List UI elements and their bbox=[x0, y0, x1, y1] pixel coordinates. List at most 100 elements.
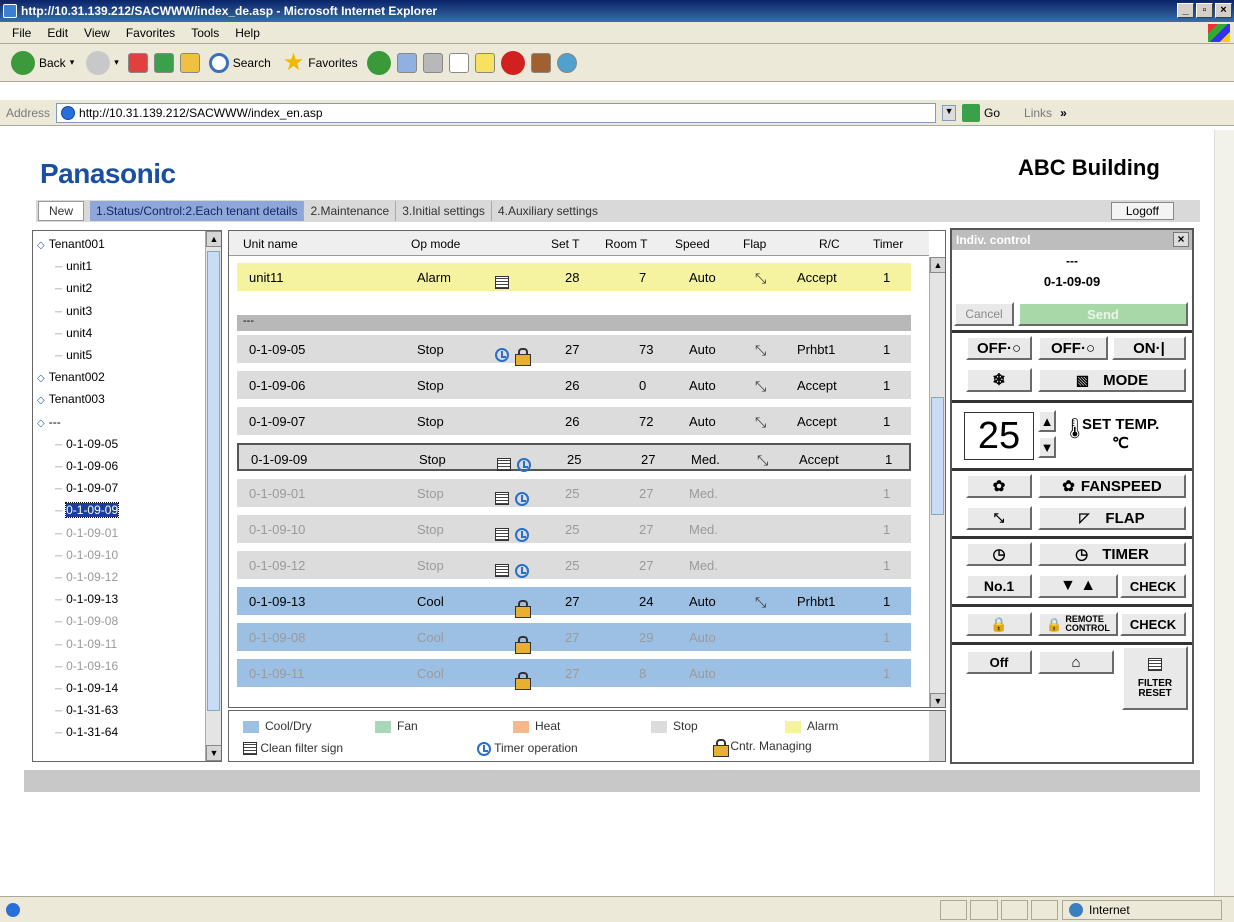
tree-item[interactable]: ─ 0-1-09-13 bbox=[55, 592, 118, 606]
tree-item[interactable]: ─ 0-1-09-07 bbox=[55, 481, 118, 495]
grid-scroll-thumb[interactable] bbox=[931, 397, 944, 515]
tab-initial-settings[interactable]: 3.Initial settings bbox=[396, 201, 492, 221]
expand-icon[interactable]: ◇ bbox=[37, 395, 45, 406]
home-icon[interactable] bbox=[179, 52, 200, 73]
send-button[interactable]: Send bbox=[1018, 302, 1188, 326]
menu-view[interactable]: View bbox=[76, 26, 118, 40]
scroll-up-icon[interactable]: ▲ bbox=[930, 257, 945, 273]
tree-item[interactable]: ─ 0-1-09-01 bbox=[55, 526, 118, 540]
table-row[interactable]: 0-1-09-08 Cool 27 29 Auto 1 bbox=[237, 623, 911, 654]
go-button[interactable]: Go bbox=[984, 106, 1000, 120]
tree-item[interactable]: ─ unit4 bbox=[55, 326, 92, 340]
tree-scrollbar[interactable]: ▲ ▼ bbox=[205, 231, 221, 761]
tree-item[interactable]: ─ 0-1-31-63 bbox=[55, 703, 118, 717]
table-row[interactable]: 0-1-09-05 Stop 27 73 Auto Prhbt1 1 ⤡ bbox=[237, 335, 911, 366]
tree-item[interactable]: ─ 0-1-09-09 bbox=[55, 502, 120, 519]
maximize-button[interactable]: ▫ bbox=[1196, 3, 1213, 18]
tree-item[interactable]: ─ 0-1-09-14 bbox=[55, 681, 118, 695]
scroll-down-icon[interactable]: ▼ bbox=[930, 693, 945, 707]
tree-item[interactable]: ─ 0-1-09-16 bbox=[55, 659, 118, 673]
table-row[interactable]: 0-1-09-09 Stop 25 27 Med. Accept 1 ⤡ bbox=[237, 443, 911, 472]
table-row[interactable]: 0-1-09-12 Stop 25 27 Med. 1 bbox=[237, 551, 911, 579]
tree-folder[interactable]: ◇ Tenant002 bbox=[37, 370, 105, 384]
table-row[interactable]: 0-1-09-01 Stop 25 27 Med. 1 bbox=[237, 479, 911, 507]
go-arrow-icon[interactable] bbox=[962, 103, 981, 122]
edit-icon[interactable] bbox=[448, 52, 469, 73]
logoff-button[interactable]: Logoff bbox=[1110, 202, 1174, 220]
table-row[interactable]: 0-1-09-07 Stop 26 72 Auto Accept 1 ⤡ bbox=[237, 407, 911, 435]
media-icon[interactable] bbox=[366, 50, 391, 75]
back-button[interactable]: Back ▾ bbox=[8, 50, 77, 75]
filter-reset-button[interactable]: FILTER RESET bbox=[1122, 646, 1188, 710]
tab-auxiliary-settings[interactable]: 4.Auxiliary settings bbox=[492, 201, 604, 221]
tree-item[interactable]: ─ 0-1-09-06 bbox=[55, 459, 118, 473]
menu-favorites[interactable]: Favorites bbox=[118, 26, 183, 40]
tree-item[interactable]: ─ 0-1-09-05 bbox=[55, 437, 118, 451]
tree-item[interactable]: ─ 0-1-09-11 bbox=[55, 637, 117, 651]
remote-control-button[interactable]: 🔒 REMOTE CONTROL bbox=[1038, 612, 1118, 636]
off-button-1[interactable]: OFF·○ bbox=[966, 336, 1032, 360]
page-scrollbar[interactable] bbox=[1214, 130, 1234, 896]
tree-item[interactable]: ─ 0-1-09-10 bbox=[55, 548, 118, 562]
legend-scrollbar[interactable] bbox=[929, 711, 945, 761]
off-button-2[interactable]: OFF·○ bbox=[1038, 336, 1108, 360]
tree-folder[interactable]: ◇ Tenant001 bbox=[37, 237, 105, 251]
tree-scroll-thumb[interactable] bbox=[207, 251, 220, 711]
address-dropdown-icon[interactable]: ▼ bbox=[942, 104, 957, 121]
tree-item[interactable]: ─ unit2 bbox=[55, 281, 92, 295]
tab-maintenance[interactable]: 2.Maintenance bbox=[304, 201, 397, 221]
indiv-close-button[interactable]: × bbox=[1173, 232, 1189, 247]
expand-icon[interactable]: ◇ bbox=[37, 418, 45, 429]
forward-button[interactable]: ▾ bbox=[83, 50, 122, 75]
close-button[interactable]: × bbox=[1215, 3, 1232, 18]
minimize-button[interactable]: _ bbox=[1177, 3, 1194, 18]
print-icon[interactable] bbox=[422, 52, 443, 73]
grid-scrollbar[interactable]: ▲ ▼ bbox=[929, 257, 945, 707]
mail-icon[interactable] bbox=[396, 52, 417, 73]
cancel-button[interactable]: Cancel bbox=[954, 302, 1014, 326]
messenger-icon[interactable] bbox=[500, 50, 525, 75]
tree-item[interactable]: ─ unit5 bbox=[55, 348, 92, 362]
on-button[interactable]: ON·| bbox=[1112, 336, 1186, 360]
favorites-button[interactable]: ★ Favorites bbox=[280, 48, 361, 77]
tree-folder[interactable]: ◇ Tenant003 bbox=[37, 392, 105, 406]
tree-item[interactable]: ─ unit1 bbox=[55, 259, 92, 273]
scroll-up-icon[interactable]: ▲ bbox=[206, 231, 221, 247]
tree-item[interactable]: ─ 0-1-09-08 bbox=[55, 614, 118, 628]
users-icon[interactable] bbox=[556, 52, 577, 73]
refresh-icon[interactable] bbox=[153, 52, 174, 73]
mode-button[interactable]: ▧ MODE bbox=[1038, 368, 1186, 392]
links-label[interactable]: Links bbox=[1024, 106, 1052, 120]
expand-icon[interactable]: ◇ bbox=[37, 373, 45, 384]
tree-item[interactable]: ─ 0-1-09-12 bbox=[55, 570, 118, 584]
remote-check-button[interactable]: CHECK bbox=[1120, 612, 1186, 636]
tree-item[interactable]: ─ 0-1-31-64 bbox=[55, 725, 118, 739]
expand-icon[interactable]: ◇ bbox=[37, 240, 45, 251]
temp-down-button[interactable]: ▼ bbox=[1038, 436, 1056, 458]
tree-folder[interactable]: ◇ --- bbox=[37, 415, 61, 429]
research-icon[interactable] bbox=[530, 52, 551, 73]
timer-button[interactable]: ◷ TIMER bbox=[1038, 542, 1186, 566]
menu-file[interactable]: File bbox=[4, 26, 39, 40]
stop-icon[interactable] bbox=[127, 52, 148, 73]
flap-button[interactable]: ◸ FLAP bbox=[1038, 506, 1186, 530]
table-row[interactable]: 0-1-09-13 Cool 27 24 Auto Prhbt1 1 ⤡ bbox=[237, 587, 911, 618]
menu-edit[interactable]: Edit bbox=[39, 26, 76, 40]
table-row[interactable]: 0-1-09-10 Stop 25 27 Med. 1 bbox=[237, 515, 911, 543]
timer-arrows-button[interactable]: ▼ ▲ bbox=[1038, 574, 1118, 598]
temp-up-button[interactable]: ▲ bbox=[1038, 410, 1056, 432]
table-row[interactable]: 0-1-09-06 Stop 26 0 Auto Accept 1 ⤡ bbox=[237, 371, 911, 399]
tab-status-control[interactable]: 1.Status/Control:2.Each tenant details bbox=[90, 201, 305, 221]
new-button[interactable]: New bbox=[38, 201, 85, 221]
table-row[interactable]: unit11 Alarm 28 7 Auto Accept 1 ⤡ bbox=[237, 263, 911, 291]
table-row[interactable]: 0-1-09-11 Cool 27 8 Auto 1 bbox=[237, 659, 911, 690]
tree-item[interactable]: ─ unit3 bbox=[55, 304, 92, 318]
address-input[interactable]: http://10.31.139.212/SACWWW/index_en.asp bbox=[56, 102, 937, 123]
menu-tools[interactable]: Tools bbox=[183, 26, 227, 40]
search-button[interactable]: Search bbox=[206, 52, 274, 73]
timer-check-button[interactable]: CHECK bbox=[1120, 574, 1186, 598]
folder-icon[interactable] bbox=[474, 52, 495, 73]
chevron-right-icon[interactable]: » bbox=[1060, 106, 1067, 120]
fanspeed-button[interactable]: ✿ FANSPEED bbox=[1038, 474, 1186, 498]
menu-help[interactable]: Help bbox=[227, 26, 268, 40]
